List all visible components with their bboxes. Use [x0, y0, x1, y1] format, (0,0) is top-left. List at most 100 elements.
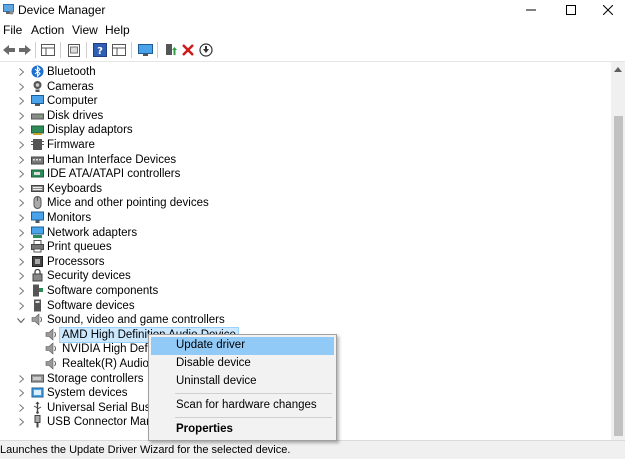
properties-grid-icon: [41, 44, 55, 56]
chevron-right-icon[interactable]: [17, 213, 25, 223]
tree-category-label: Monitors: [47, 212, 92, 224]
tree-category[interactable]: Security devices: [0, 269, 611, 283]
tree-category[interactable]: Bluetooth: [0, 65, 611, 79]
update-driver-button[interactable]: [162, 41, 180, 59]
tree-category-label: IDE ATA/ATAPI controllers: [47, 168, 181, 181]
camera-icon: [31, 80, 44, 93]
chevron-right-icon[interactable]: [17, 286, 25, 296]
tree-category-label: Disk drives: [47, 109, 104, 122]
tree-category[interactable]: Sound, video and game controllers: [0, 313, 611, 327]
monitor-icon: [137, 43, 153, 56]
chevron-right-icon[interactable]: [17, 257, 25, 267]
toolbar-separator: [131, 42, 132, 58]
chevron-right-icon[interactable]: [17, 155, 25, 165]
menu-view[interactable]: View: [72, 23, 98, 37]
list-view-button[interactable]: [110, 41, 128, 59]
tree-category-label: Storage controllers: [47, 372, 144, 385]
tree-category[interactable]: Software devices: [0, 299, 611, 313]
chevron-right-icon[interactable]: [17, 228, 25, 238]
system-device-icon: [31, 386, 44, 399]
vertical-scrollbar[interactable]: [611, 62, 625, 440]
monitor-icon: [31, 211, 44, 224]
minimize-button[interactable]: [514, 0, 548, 20]
tree-category[interactable]: Print queues: [0, 240, 611, 254]
network-adapter-icon: [31, 226, 44, 239]
chevron-right-icon[interactable]: [17, 169, 25, 179]
chevron-right-icon[interactable]: [17, 140, 25, 150]
tree-category[interactable]: IDE ATA/ATAPI controllers: [0, 167, 611, 181]
maximize-icon: [566, 5, 576, 15]
properties-menu-item[interactable]: Properties: [151, 421, 334, 439]
chevron-right-icon[interactable]: [17, 96, 25, 106]
tree-category-label: Print queues: [47, 241, 112, 254]
chevron-right-icon[interactable]: [17, 301, 25, 311]
disable-device-menu-item[interactable]: Disable device: [151, 355, 334, 373]
status-text: Launches the Update Driver Wizard for th…: [0, 444, 291, 456]
tree-category[interactable]: Cameras: [0, 80, 611, 94]
title-bar: Device Manager: [0, 0, 625, 20]
tree-category[interactable]: Human Interface Devices: [0, 153, 611, 167]
chevron-right-icon[interactable]: [17, 111, 25, 121]
properties-view-button[interactable]: [39, 41, 57, 59]
device-manager-icon: [3, 4, 14, 15]
tree-category-label: Display adaptors: [47, 124, 133, 137]
chevron-right-icon[interactable]: [17, 374, 25, 384]
close-button[interactable]: [591, 0, 625, 20]
tree-category-label: Keyboards: [47, 182, 102, 195]
scroll-up-button[interactable]: [611, 62, 625, 76]
security-device-icon: [31, 269, 44, 282]
chevron-right-icon[interactable]: [17, 82, 25, 92]
tree-category[interactable]: Disk drives: [0, 109, 611, 123]
menu-help[interactable]: Help: [105, 23, 130, 37]
tree-category-label: Mice and other pointing devices: [47, 197, 209, 210]
menu-file[interactable]: File: [3, 23, 22, 37]
update-driver-menu-item[interactable]: Update driver: [151, 337, 334, 355]
mouse-icon: [31, 196, 44, 210]
status-bar: Launches the Update Driver Wizard for th…: [0, 440, 625, 459]
chevron-right-icon[interactable]: [17, 125, 25, 135]
firmware-icon: [31, 138, 44, 151]
scroll-thumb[interactable]: [614, 116, 623, 436]
tree-category-label: Software devices: [47, 299, 135, 312]
chevron-right-icon[interactable]: [17, 271, 25, 281]
keyboard-icon: [31, 182, 44, 195]
tree-category[interactable]: Software components: [0, 284, 611, 298]
tree-category[interactable]: Firmware: [0, 138, 611, 152]
chevron-right-icon[interactable]: [17, 388, 25, 398]
toolbar: ?: [0, 39, 625, 62]
uninstall-device-menu-item[interactable]: Uninstall device: [151, 373, 334, 391]
uninstall-button[interactable]: [179, 41, 197, 59]
chevron-right-icon[interactable]: [17, 417, 25, 427]
tree-category-label: Human Interface Devices: [47, 153, 177, 166]
chevron-right-icon[interactable]: [17, 403, 25, 413]
usb-connector-icon: [31, 415, 44, 428]
storage-controller-icon: [31, 372, 44, 385]
chevron-right-icon[interactable]: [17, 67, 25, 77]
tree-category[interactable]: Keyboards: [0, 182, 611, 196]
ide-controller-icon: [31, 167, 44, 180]
scan-hardware-menu-item[interactable]: Scan for hardware changes: [151, 397, 334, 415]
tree-category[interactable]: Computer: [0, 94, 611, 108]
tree-category-label: System devices: [47, 387, 128, 400]
speaker-icon: [45, 357, 58, 370]
tree-device-label: Realtek(R) Audio: [62, 358, 149, 370]
chevron-right-icon[interactable]: [17, 242, 25, 252]
tree-category-label: Network adapters: [47, 226, 138, 239]
scan-monitor-button[interactable]: [136, 41, 154, 59]
enable-device-button[interactable]: [197, 41, 215, 59]
tree-category[interactable]: Network adapters: [0, 226, 611, 240]
context-menu-label: Disable device: [176, 357, 251, 369]
page-button[interactable]: [65, 41, 83, 59]
maximize-button[interactable]: [554, 0, 588, 20]
toolbar-separator: [86, 42, 87, 58]
tree-category[interactable]: Monitors: [0, 211, 611, 225]
chevron-right-icon[interactable]: [17, 184, 25, 194]
chevron-down-icon[interactable]: [17, 315, 25, 325]
menu-action[interactable]: Action: [31, 23, 64, 37]
chevron-right-icon[interactable]: [17, 198, 25, 208]
tree-category[interactable]: Display adaptors: [0, 123, 611, 137]
help-button[interactable]: ?: [91, 41, 109, 59]
tree-category[interactable]: Processors: [0, 255, 611, 269]
forward-button[interactable]: [16, 41, 34, 59]
tree-category[interactable]: Mice and other pointing devices: [0, 196, 611, 210]
